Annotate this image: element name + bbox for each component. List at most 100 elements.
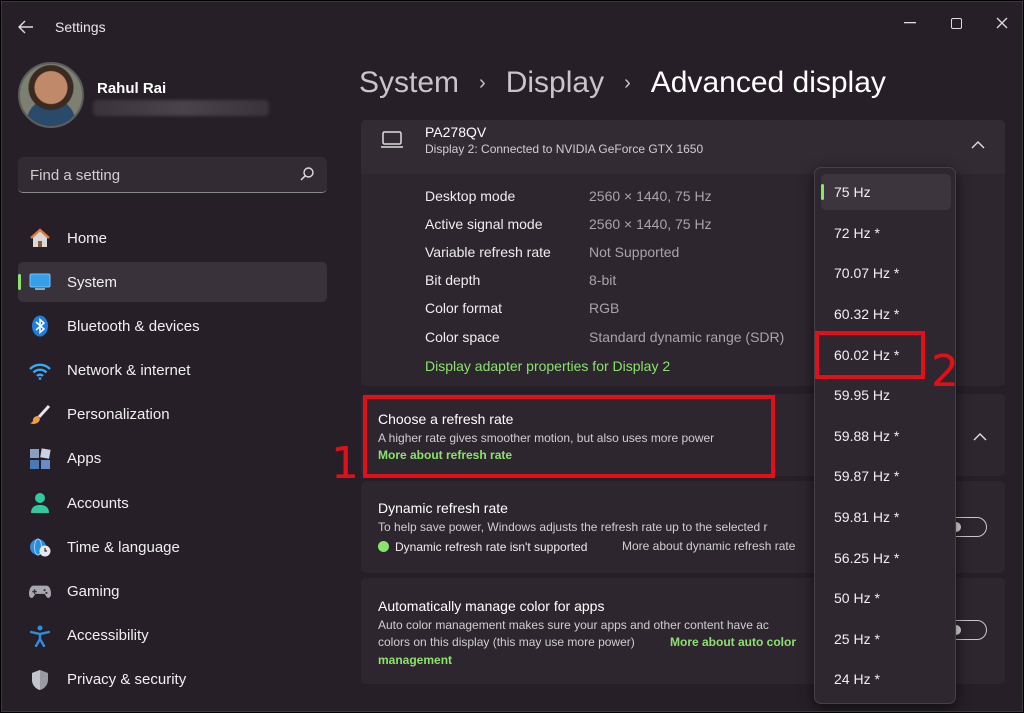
person-icon xyxy=(29,492,51,514)
settings-window: Settings Rahul Rai Find a setting Home S… xyxy=(1,1,1023,712)
sidebar-nav: Home System Bluetooth & devices Network … xyxy=(18,218,327,704)
sidebar-item-home[interactable]: Home xyxy=(18,218,327,258)
laptop-icon xyxy=(381,131,403,148)
sidebar-item-privacy-security[interactable]: Privacy & security xyxy=(18,660,327,700)
back-button[interactable] xyxy=(12,14,40,40)
avatar xyxy=(18,62,84,128)
detail-value: Not Supported xyxy=(589,244,680,260)
info-dot-icon xyxy=(378,541,389,552)
breadcrumb-display[interactable]: Display xyxy=(506,66,604,100)
shield-icon xyxy=(29,669,51,691)
search-placeholder: Find a setting xyxy=(30,167,121,184)
close-icon xyxy=(996,17,1008,29)
annotation-box-refresh-rate xyxy=(363,395,775,478)
sidebar-item-accounts[interactable]: Accounts xyxy=(18,483,327,523)
sidebar-item-network[interactable]: Network & internet xyxy=(18,351,327,391)
chevron-right-icon: › xyxy=(624,71,631,94)
dynamic-refresh-link[interactable]: More about dynamic refresh rate xyxy=(622,539,795,553)
sidebar-item-label: Apps xyxy=(67,450,102,468)
refresh-option-24[interactable]: 24 Hz * xyxy=(821,661,951,697)
auto-color-title: Automatically manage color for apps xyxy=(378,598,605,614)
refresh-option-60-32[interactable]: 60.32 Hz * xyxy=(821,296,951,332)
minimize-icon xyxy=(904,22,916,24)
detail-value: 2560 × 1440, 75 Hz xyxy=(589,216,712,232)
refresh-option-75[interactable]: 75 Hz xyxy=(821,174,951,210)
maximize-button[interactable] xyxy=(933,8,979,38)
refresh-option-50[interactable]: 50 Hz * xyxy=(821,580,951,616)
sidebar-item-label: Bluetooth & devices xyxy=(67,317,200,335)
display-adapter-properties-link[interactable]: Display adapter properties for Display 2 xyxy=(425,358,670,374)
sidebar-item-personalization[interactable]: Personalization xyxy=(18,395,327,435)
display-card-header[interactable]: PA278QV Display 2: Connected to NVIDIA G… xyxy=(361,120,1005,174)
sidebar-item-label: Gaming xyxy=(67,583,120,600)
chevron-up-icon[interactable] xyxy=(973,428,987,444)
auto-color-link-2[interactable]: management xyxy=(378,653,452,667)
dynamic-refresh-status: Dynamic refresh rate isn't supported xyxy=(378,540,587,554)
arrow-left-icon xyxy=(18,20,33,34)
detail-value: Standard dynamic range (SDR) xyxy=(589,329,785,345)
sidebar-item-label: Network & internet xyxy=(67,362,191,380)
dynamic-refresh-status-text: Dynamic refresh rate isn't supported xyxy=(395,540,588,554)
chevron-right-icon: › xyxy=(479,71,486,94)
close-button[interactable] xyxy=(979,8,1022,38)
detail-label: Active signal mode xyxy=(425,216,543,232)
auto-color-link-1[interactable]: More about auto color xyxy=(670,635,796,649)
sidebar-item-apps[interactable]: Apps xyxy=(18,439,327,479)
detail-label: Color space xyxy=(425,329,500,345)
monitor-description: Display 2: Connected to NVIDIA GeForce G… xyxy=(425,142,704,156)
refresh-option-59-81[interactable]: 59.81 Hz * xyxy=(821,499,951,535)
monitor-name: PA278QV xyxy=(425,124,487,140)
sidebar-item-label: Accessibility xyxy=(67,627,149,645)
gamepad-icon xyxy=(29,581,51,603)
sidebar-item-system[interactable]: System xyxy=(18,262,327,303)
auto-color-description-1: Auto color management makes sure your ap… xyxy=(378,618,769,632)
home-icon xyxy=(29,227,51,249)
refresh-option-72[interactable]: 72 Hz * xyxy=(821,215,951,251)
refresh-option-56-25[interactable]: 56.25 Hz * xyxy=(821,540,951,576)
refresh-option-59-88[interactable]: 59.88 Hz * xyxy=(821,418,951,454)
system-icon xyxy=(29,271,51,293)
sidebar-item-bluetooth[interactable]: Bluetooth & devices xyxy=(18,306,327,346)
sidebar-item-label: Home xyxy=(67,229,108,247)
refresh-option-25[interactable]: 25 Hz * xyxy=(821,621,951,657)
search-input[interactable]: Find a setting xyxy=(18,157,327,193)
detail-value: 2560 × 1440, 75 Hz xyxy=(589,188,712,204)
wifi-icon xyxy=(29,360,51,382)
clock-globe-icon xyxy=(29,536,51,558)
detail-value: 8-bit xyxy=(589,272,617,288)
sidebar-item-label: System xyxy=(67,273,118,291)
sidebar-item-label: Time & language xyxy=(67,538,180,556)
detail-label: Desktop mode xyxy=(425,188,516,204)
refresh-option-59-87[interactable]: 59.87 Hz * xyxy=(821,458,951,494)
chevron-up-icon[interactable] xyxy=(971,136,985,152)
detail-value: RGB xyxy=(589,300,620,316)
annotation-number-1: 1 xyxy=(331,438,359,489)
breadcrumb-system[interactable]: System xyxy=(359,66,459,100)
annotation-number-2: 2 xyxy=(931,346,959,397)
app-title: Settings xyxy=(55,19,106,35)
sidebar-item-gaming[interactable]: Gaming xyxy=(18,572,327,612)
detail-label: Bit depth xyxy=(425,272,481,288)
sidebar-item-label: Privacy & security xyxy=(67,671,187,689)
breadcrumb: System › Display › Advanced display xyxy=(359,66,886,100)
refresh-rate-dropdown[interactable]: 75 Hz 72 Hz * 70.07 Hz * 60.32 Hz * 60.0… xyxy=(814,167,956,704)
sidebar-item-label: Accounts xyxy=(67,494,129,512)
dynamic-refresh-title: Dynamic refresh rate xyxy=(378,500,508,516)
accessibility-icon xyxy=(29,625,51,647)
minimize-button[interactable] xyxy=(887,8,933,38)
user-email-redacted xyxy=(93,100,269,116)
sidebar-item-time-language[interactable]: Time & language xyxy=(18,527,327,567)
title-bar: Settings xyxy=(2,2,1022,52)
dynamic-refresh-description: To help save power, Windows adjusts the … xyxy=(378,520,768,534)
sidebar-item-accessibility[interactable]: Accessibility xyxy=(18,616,327,656)
brush-icon xyxy=(29,404,51,426)
maximize-icon xyxy=(950,17,962,29)
annotation-box-60-02-hz xyxy=(815,331,925,379)
detail-label: Variable refresh rate xyxy=(425,244,551,260)
user-name: Rahul Rai xyxy=(97,80,167,97)
search-icon xyxy=(300,167,314,181)
sidebar-item-label: Personalization xyxy=(67,406,170,424)
apps-icon xyxy=(29,448,51,470)
bluetooth-icon xyxy=(29,315,51,337)
refresh-option-70-07[interactable]: 70.07 Hz * xyxy=(821,255,951,291)
